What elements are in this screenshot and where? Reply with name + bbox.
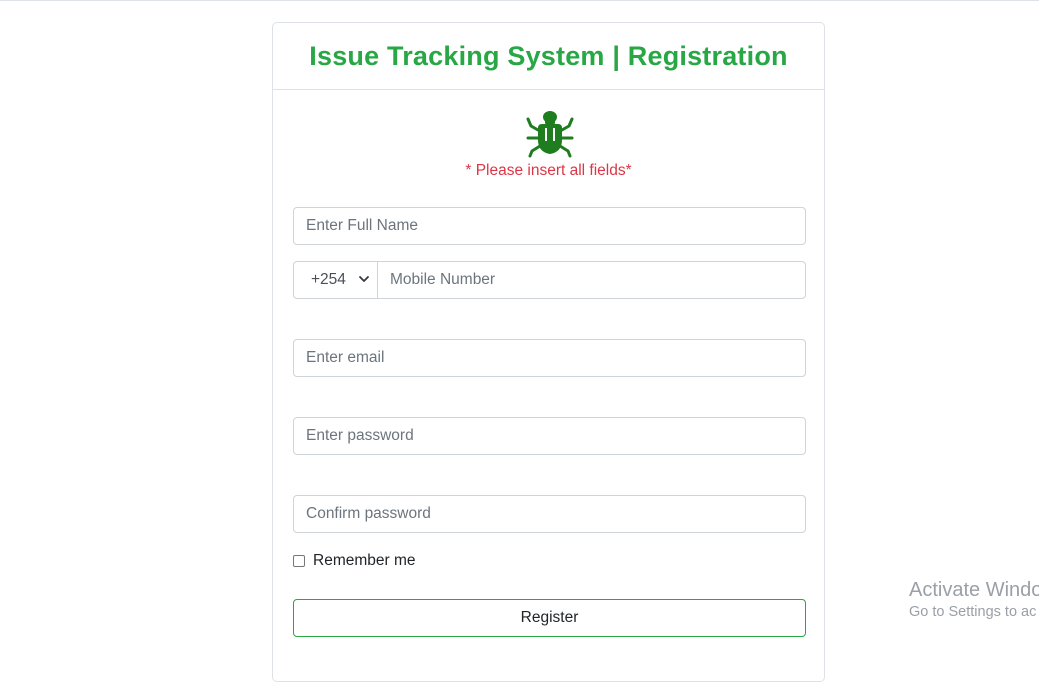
top-divider: [0, 0, 1039, 1]
required-fields-notice: * Please insert all fields*: [465, 162, 632, 179]
register-button[interactable]: Register: [293, 599, 806, 637]
page-title: Issue Tracking System | Registration: [309, 40, 788, 71]
chevron-down-icon: [359, 276, 369, 282]
registration-card: Issue Tracking System | Registration * P…: [272, 22, 825, 682]
remember-me-checkbox[interactable]: [293, 555, 305, 567]
email-input[interactable]: [293, 339, 806, 377]
confirm-password-input[interactable]: [293, 495, 806, 533]
country-code-select[interactable]: +254: [293, 261, 378, 299]
remember-me-row: Remember me: [293, 552, 416, 570]
country-code-value: +254: [311, 271, 346, 288]
watermark-title: Activate Windo: [909, 579, 1039, 601]
password-input[interactable]: [293, 417, 806, 455]
activate-windows-watermark: Activate Windo Go to Settings to ac: [909, 578, 1039, 622]
mobile-number-input[interactable]: [377, 261, 806, 299]
watermark-subtitle: Go to Settings to ac: [909, 604, 1037, 620]
card-header: Issue Tracking System | Registration: [273, 23, 824, 90]
remember-me-label[interactable]: Remember me: [313, 552, 416, 570]
full-name-input[interactable]: [293, 207, 806, 245]
bug-icon: [526, 111, 574, 158]
